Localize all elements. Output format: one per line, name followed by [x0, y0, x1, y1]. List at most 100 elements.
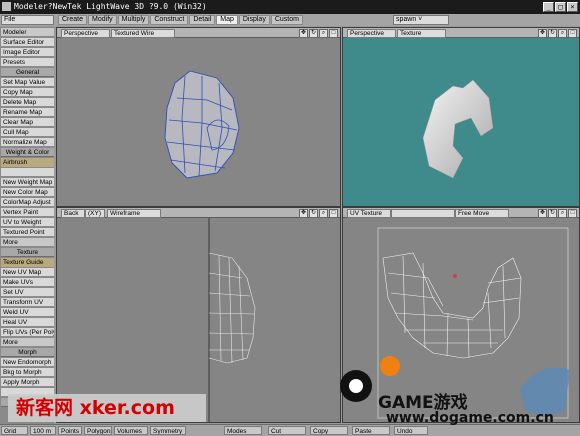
tool-button-delete-map[interactable]: Delete Map — [1, 98, 54, 107]
tool-button-more[interactable]: More — [1, 238, 54, 247]
render-mode-dropdown[interactable]: Texture — [397, 29, 446, 38]
minimize-button[interactable]: _ — [543, 2, 554, 12]
tool-button-rename-map[interactable]: Rename Map — [1, 108, 54, 117]
viewport-header: Perspective Texture ✥ ↻ ⌕ □ — [343, 28, 579, 38]
viewport-bottom-right[interactable]: UV Texture Free Move ✥ ↻ ⌕ □ — [342, 207, 580, 423]
tool-button-apply-morph[interactable]: Apply Morph — [1, 378, 54, 387]
tool-button-heal-uv[interactable]: Heal UV — [1, 318, 54, 327]
section-header-general: General — [1, 68, 54, 77]
status-undo[interactable]: Undo — [394, 426, 428, 435]
status-grid[interactable]: Grid — [1, 426, 28, 435]
watermark-xker: 新客网 xker.com — [8, 394, 206, 422]
tool-button-make-uvs[interactable]: Make UVs — [1, 278, 54, 287]
spawn-select[interactable]: spawn ˅ — [393, 15, 449, 25]
tab-display[interactable]: Display — [238, 15, 270, 25]
zoom-view-icon[interactable]: ⌕ — [558, 29, 567, 38]
tab-construct[interactable]: Construct — [150, 15, 189, 25]
viewport-bottom-left[interactable]: Back (XY) Wireframe ✥ ↻ ⌕ □ — [56, 207, 341, 423]
tool-button-new-weight-map[interactable]: New Weight Map — [1, 178, 54, 187]
tool-button-cull-map[interactable]: Cull Map — [1, 128, 54, 137]
zoom-view-icon[interactable]: ⌕ — [319, 209, 328, 218]
move-view-icon[interactable]: ✥ — [538, 29, 547, 38]
maximize-button[interactable]: □ — [555, 2, 566, 12]
move-view-icon[interactable]: ✥ — [299, 29, 308, 38]
viewport-header: Perspective Textured Wire ✥ ↻ ⌕ □ — [57, 28, 340, 38]
status-polygons[interactable]: Polygons — [84, 426, 112, 435]
rotate-view-icon[interactable]: ↻ — [548, 29, 557, 38]
tool-button-airbrush[interactable]: Airbrush — [1, 158, 54, 167]
viewport-top-right[interactable]: Perspective Texture ✥ ↻ ⌕ □ — [342, 27, 580, 207]
tab-custom[interactable]: Custom — [270, 15, 303, 25]
tool-button-transform-uv[interactable]: Transform UV — [1, 298, 54, 307]
tool-button-copy-map[interactable]: Copy Map — [1, 88, 54, 97]
tool-button-textured-point[interactable]: Textured Point — [1, 228, 54, 237]
status-modes[interactable]: Modes — [224, 426, 262, 435]
view-type-dropdown[interactable]: UV Texture — [347, 209, 391, 218]
zoom-view-icon[interactable]: ⌕ — [558, 209, 567, 218]
render-mode-dropdown[interactable]: Wireframe — [107, 209, 161, 218]
view-type-dropdown[interactable]: Perspective — [347, 29, 396, 38]
rotate-view-icon[interactable]: ↻ — [309, 209, 318, 218]
status-symmetry[interactable]: Symmetry — [150, 426, 186, 435]
axis-dropdown[interactable]: (XY) — [85, 209, 105, 218]
uv-layout — [377, 227, 569, 419]
maximize-view-icon[interactable]: □ — [329, 29, 338, 38]
tool-button-modeler[interactable]: Modeler — [1, 28, 54, 37]
tab-map[interactable]: Map — [216, 15, 238, 25]
maximize-view-icon[interactable]: □ — [568, 29, 577, 38]
tool-button-flip-uvs-per-poly[interactable]: Flip UVs (Per Poly) — [1, 328, 54, 337]
viewport-top-left[interactable]: Perspective Textured Wire ✥ ↻ ⌕ □ — [56, 27, 341, 207]
tool-button-presets[interactable]: Presets — [1, 58, 54, 67]
tool-button-vertex-paint[interactable]: Vertex Paint — [1, 208, 54, 217]
tool-button-weld-uv[interactable]: Weld UV — [1, 308, 54, 317]
file-menu[interactable]: File — [1, 15, 54, 25]
status-bar: Grid 100 m Points Polygons Volumes Symmetry Mo… — [0, 424, 580, 436]
maximize-view-icon[interactable]: □ — [329, 209, 338, 218]
textured-mesh — [422, 79, 494, 179]
spawn-value: spawn — [396, 16, 417, 23]
tool-button-bkg-to-morph[interactable]: Bkg to Morph — [1, 368, 54, 377]
tool-button-surface-editor[interactable]: Surface Editor — [1, 38, 54, 47]
status-volumes[interactable]: Volumes — [114, 426, 148, 435]
tab-create[interactable]: Create — [58, 15, 88, 25]
app-icon — [2, 2, 11, 11]
title-bar: Modeler?NewTek LightWave 3D ?9.0 (Win32)… — [0, 0, 580, 14]
rotate-view-icon[interactable]: ↻ — [548, 209, 557, 218]
status-points[interactable]: Points — [58, 426, 82, 435]
status-100-m[interactable]: 100 m — [30, 426, 56, 435]
tool-button-new-uv-map[interactable]: New UV Map — [1, 268, 54, 277]
tool-button-clear-map[interactable]: Clear Map — [1, 118, 54, 127]
status-copy[interactable]: Copy — [310, 426, 348, 435]
zoom-view-icon[interactable]: ⌕ — [319, 29, 328, 38]
tool-button-normalize-map[interactable]: Normalize Map — [1, 138, 54, 147]
menu-bar: File Create Modify Multiply Construct Detail… — [0, 14, 580, 26]
tool-button-uv-to-weight[interactable]: UV to Weight — [1, 218, 54, 227]
status-paste[interactable]: Paste — [352, 426, 390, 435]
view-type-dropdown[interactable]: Perspective — [61, 29, 110, 38]
tool-button-texture-guide[interactable]: Texture Guide — [1, 258, 54, 267]
maximize-view-icon[interactable]: □ — [568, 209, 577, 218]
rotate-view-icon[interactable]: ↻ — [309, 29, 318, 38]
view-type-dropdown[interactable]: Back — [61, 209, 85, 218]
tool-button-new-color-map[interactable]: New Color Map — [1, 188, 54, 197]
tool-button-blank[interactable] — [1, 168, 54, 177]
tab-multiply[interactable]: Multiply — [117, 15, 150, 25]
section-header-weight-color: Weight & Color — [1, 148, 54, 157]
tab-detail[interactable]: Detail — [189, 15, 216, 25]
status-cut[interactable]: Cut — [268, 426, 306, 435]
tool-button-colormap-adjust[interactable]: ColorMap Adjust — [1, 198, 54, 207]
tab-modify[interactable]: Modify — [88, 15, 117, 25]
tool-button-more[interactable]: More — [1, 338, 54, 347]
close-button[interactable]: × — [567, 2, 578, 12]
render-mode-dropdown[interactable]: Free Move — [455, 209, 509, 218]
uv-map-dropdown[interactable] — [391, 209, 455, 218]
wireframe-mesh — [164, 70, 240, 179]
back-view-grid — [208, 218, 256, 422]
render-mode-dropdown[interactable]: Textured Wire — [111, 29, 175, 38]
move-view-icon[interactable]: ✥ — [299, 209, 308, 218]
move-view-icon[interactable]: ✥ — [538, 209, 547, 218]
tool-button-new-endomorph[interactable]: New Endomorph — [1, 358, 54, 367]
tool-button-image-editor[interactable]: Image Editor — [1, 48, 54, 57]
tool-button-set-uv[interactable]: Set UV — [1, 288, 54, 297]
tool-button-set-map-value[interactable]: Set Map Value — [1, 78, 54, 87]
